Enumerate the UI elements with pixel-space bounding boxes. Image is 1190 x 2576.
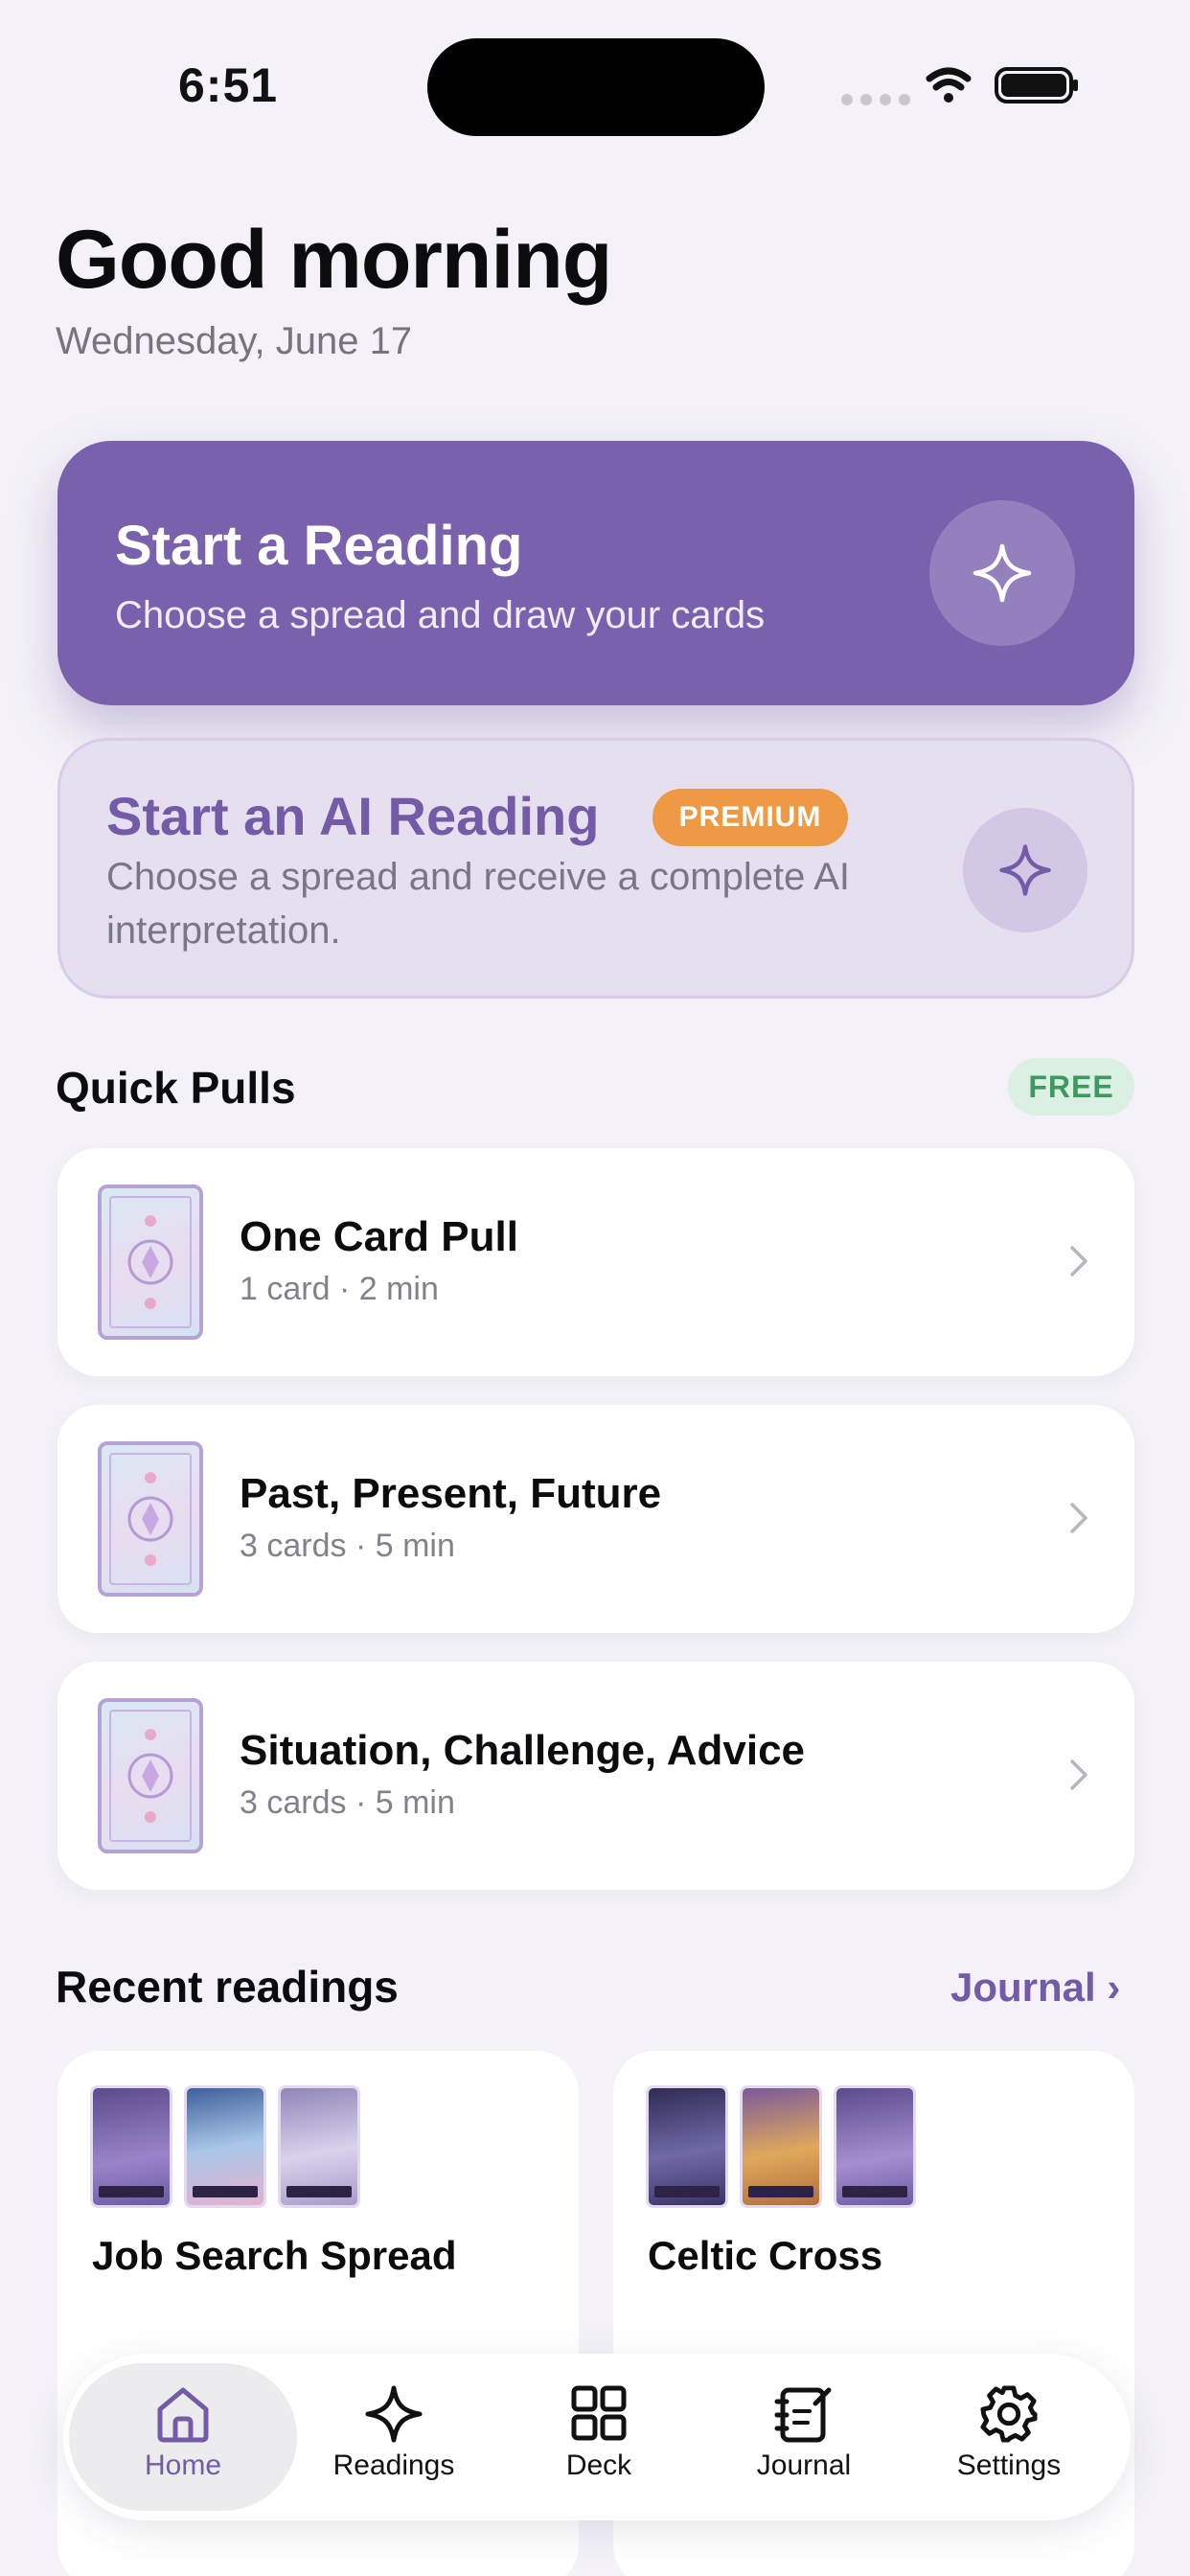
quick-pull-meta: 3 cards · 5 min — [240, 1784, 455, 1821]
journal-link[interactable]: Journal › — [950, 1965, 1120, 2011]
sparkle-icon — [365, 2385, 423, 2443]
wifi-dot — [944, 93, 953, 103]
tab-label: Deck — [565, 2450, 632, 2481]
quick-pull-row[interactable]: Situation, Challenge, Advice 3 cards · 5… — [57, 1662, 1134, 1890]
recent-reading-title: Celtic Cross — [648, 2233, 883, 2278]
card-back-thumbnail — [98, 1441, 203, 1597]
date-label: Wednesday, June 17 — [56, 320, 413, 362]
tab-label: Home — [144, 2450, 222, 2481]
start-reading-subtitle: Choose a spread and draw your cards — [115, 594, 766, 636]
home-icon — [157, 2387, 209, 2443]
quick-pull-title: Past, Present, Future — [240, 1470, 662, 1517]
greeting-title: Good morning — [56, 214, 612, 306]
sparkle-icon — [999, 844, 1051, 896]
tab-home[interactable]: Home — [80, 2354, 286, 2520]
ai-reading-title: Start an AI Reading — [106, 786, 600, 846]
chevron-right-icon — [1070, 1760, 1087, 1790]
tarot-card-thumbnail — [646, 2085, 728, 2208]
status-icons — [841, 67, 1078, 105]
card-back-thumbnail — [98, 1698, 203, 1853]
battery-icon — [995, 67, 1078, 104]
signal-dots-icon — [841, 94, 910, 105]
tab-label: Journal — [756, 2450, 852, 2481]
quick-pull-row[interactable]: Past, Present, Future 3 cards · 5 min — [57, 1405, 1134, 1633]
tab-journal[interactable]: Journal — [701, 2354, 906, 2520]
tab-bar: Home Readings Deck Journal Settings — [63, 2354, 1131, 2520]
recent-reading-title: Job Search Spread — [92, 2233, 457, 2278]
start-reading-title: Start a Reading — [115, 515, 523, 577]
ai-reading-icon-circle — [963, 808, 1087, 932]
tarot-card-thumbnail — [834, 2085, 916, 2208]
ai-reading-card[interactable]: Start an AI Reading PREMIUM Choose a spr… — [57, 738, 1134, 999]
notebook-icon — [774, 2387, 832, 2443]
status-time: 6:51 — [178, 58, 279, 112]
sparkle-icon — [973, 543, 1032, 603]
quick-pull-row[interactable]: One Card Pull 1 card · 2 min — [57, 1148, 1134, 1376]
gear-icon — [980, 2385, 1038, 2443]
tab-readings[interactable]: Readings — [291, 2354, 496, 2520]
grid-icon — [571, 2385, 627, 2441]
premium-badge: PREMIUM — [652, 789, 848, 846]
tarot-card-thumbnail — [278, 2085, 360, 2208]
tab-settings[interactable]: Settings — [906, 2354, 1111, 2520]
card-back-thumbnail — [98, 1184, 203, 1340]
tab-label: Readings — [332, 2450, 455, 2481]
quick-pull-title: Situation, Challenge, Advice — [240, 1727, 806, 1774]
tarot-card-thumbnail — [90, 2085, 172, 2208]
tarot-card-thumbnail — [740, 2085, 822, 2208]
quick-pulls-title: Quick Pulls — [56, 1063, 296, 1113]
start-reading-icon-circle — [929, 500, 1075, 646]
chevron-right-icon — [1070, 1246, 1087, 1276]
start-reading-card[interactable]: Start a Reading Choose a spread and draw… — [57, 441, 1134, 705]
free-badge: FREE — [1008, 1058, 1134, 1116]
quick-pull-title: One Card Pull — [240, 1213, 518, 1260]
chevron-right-icon — [1070, 1503, 1087, 1533]
status-bar: 6:51 — [0, 0, 1190, 153]
recent-readings-title: Recent readings — [56, 1962, 399, 2012]
wifi-icon — [926, 67, 972, 91]
tarot-card-thumbnail — [184, 2085, 266, 2208]
quick-pull-meta: 3 cards · 5 min — [240, 1528, 455, 1564]
tab-label: Settings — [956, 2450, 1062, 2481]
dynamic-island — [427, 38, 765, 136]
quick-pull-meta: 1 card · 2 min — [240, 1271, 439, 1307]
ai-reading-subtitle: Choose a spread and receive a complete A… — [106, 856, 851, 952]
tab-deck[interactable]: Deck — [496, 2354, 701, 2520]
